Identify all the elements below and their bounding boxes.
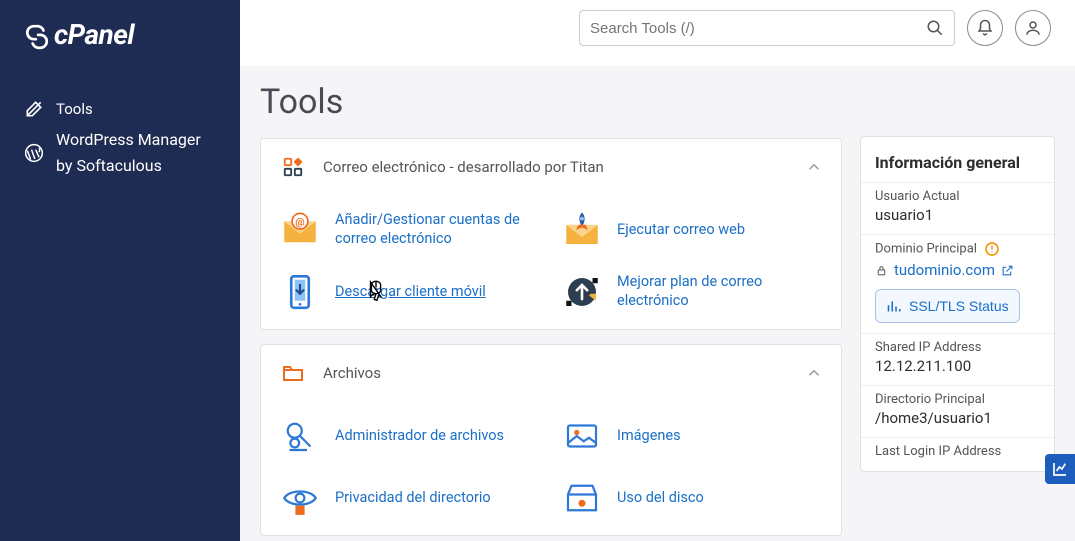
- topbar: [240, 0, 1075, 66]
- content: Tools: [240, 66, 1075, 541]
- card-email-title: Correo electrónico - desarrollado por Ti…: [323, 158, 789, 176]
- images-icon: [561, 415, 603, 457]
- tools-icon: [24, 99, 44, 119]
- card-email-header[interactable]: Correo electrónico - desarrollado por Ti…: [261, 139, 841, 195]
- sidebar-label-tools: Tools: [56, 100, 93, 118]
- ssl-status-button[interactable]: SSL/TLS Status: [875, 289, 1020, 323]
- card-files-title: Archivos: [323, 364, 789, 382]
- tool-label: Descargar cliente móvil: [335, 283, 486, 302]
- tool-add-manage-email[interactable]: @ Añadir/Gestionar cuentas de correo ele…: [279, 201, 541, 259]
- info-user: Usuario Actual usuario1: [861, 182, 1054, 234]
- tool-label: Mejorar plan de correo electrónico: [617, 273, 823, 311]
- info-label: Dominio Principal: [875, 241, 1040, 257]
- tool-upgrade-email[interactable]: Mejorar plan de correo electrónico: [561, 263, 823, 321]
- tool-label: Privacidad del directorio: [335, 489, 491, 508]
- file-manager-icon: [279, 415, 321, 457]
- tool-label: Añadir/Gestionar cuentas de correo elect…: [335, 211, 541, 249]
- sidebar-label-wordpress: WordPress Manager by Softaculous: [56, 127, 216, 178]
- tool-disk-usage[interactable]: Uso del disco: [561, 469, 823, 527]
- chevron-up-icon: [805, 158, 823, 176]
- tool-label: Administrador de archivos: [335, 427, 504, 446]
- info-value: usuario1: [875, 206, 1040, 224]
- privacy-eye-icon: [279, 477, 321, 519]
- phone-download-icon: [279, 271, 321, 313]
- info-domain: Dominio Principal tudominio.com SSL/TLS …: [861, 234, 1054, 333]
- tool-download-mobile[interactable]: Descargar cliente móvil: [279, 263, 541, 321]
- envelope-rocket-icon: [561, 209, 603, 251]
- ssl-button-label: SSL/TLS Status: [909, 298, 1009, 314]
- card-files-header[interactable]: Archivos: [261, 345, 841, 401]
- wordpress-icon: [24, 143, 44, 163]
- tool-directory-privacy[interactable]: Privacidad del directorio: [279, 469, 541, 527]
- info-value: /home3/usuario1: [875, 409, 1040, 427]
- bar-chart-icon: [886, 299, 901, 314]
- search-container[interactable]: [579, 10, 955, 46]
- sidebar-item-wordpress[interactable]: WordPress Manager by Softaculous: [24, 127, 216, 186]
- stats-floating-button[interactable]: [1045, 454, 1075, 484]
- search-icon: [926, 19, 944, 37]
- account-button[interactable]: [1015, 10, 1051, 46]
- user-icon: [1024, 19, 1042, 37]
- domain-text: tudominio.com: [894, 261, 995, 279]
- info-value: 12.12.211.100: [875, 357, 1040, 375]
- info-ip: Shared IP Address 12.12.211.100: [861, 333, 1054, 385]
- tool-label: Ejecutar correo web: [617, 221, 745, 240]
- info-label: Shared IP Address: [875, 340, 1040, 355]
- warning-icon: [984, 241, 1000, 257]
- sidebar: cPanel Tools WordPress Manager by Softac…: [0, 0, 240, 541]
- info-label: Last Login IP Address: [875, 444, 1040, 459]
- search-input[interactable]: [590, 20, 926, 37]
- info-lastlogin: Last Login IP Address: [861, 437, 1054, 471]
- apps-grid-icon: [279, 153, 307, 181]
- tool-webmail[interactable]: Ejecutar correo web: [561, 201, 823, 259]
- info-label: Directorio Principal: [875, 392, 1040, 407]
- page-title: Tools: [260, 82, 842, 122]
- upgrade-arrow-icon: [561, 271, 603, 313]
- info-title: Información general: [861, 137, 1054, 182]
- svg-text:@: @: [295, 216, 304, 229]
- main: Tools: [240, 0, 1075, 541]
- external-link-icon: [1001, 264, 1014, 277]
- tool-label: Uso del disco: [617, 489, 704, 508]
- tool-label: Imágenes: [617, 427, 681, 446]
- info-panel: Información general Usuario Actual usuar…: [860, 136, 1055, 472]
- chart-line-icon: [1052, 461, 1068, 477]
- tool-file-manager[interactable]: Administrador de archivos: [279, 407, 541, 465]
- card-files: Archivos Administrador de archivos: [260, 344, 842, 536]
- brand-text: cPanel: [54, 18, 134, 51]
- info-label: Usuario Actual: [875, 189, 1040, 204]
- tool-images[interactable]: Imágenes: [561, 407, 823, 465]
- folder-icon: [279, 359, 307, 387]
- chevron-up-icon: [805, 364, 823, 382]
- envelope-at-icon: @: [279, 209, 321, 251]
- lock-icon: [875, 264, 888, 277]
- info-homedir: Directorio Principal /home3/usuario1: [861, 385, 1054, 437]
- sidebar-item-tools[interactable]: Tools: [24, 91, 216, 127]
- cpanel-logo[interactable]: cPanel: [24, 18, 216, 51]
- notifications-button[interactable]: [967, 10, 1003, 46]
- bell-icon: [976, 19, 994, 37]
- disk-usage-icon: [561, 477, 603, 519]
- card-email: Correo electrónico - desarrollado por Ti…: [260, 138, 842, 330]
- domain-link[interactable]: tudominio.com: [875, 261, 1040, 279]
